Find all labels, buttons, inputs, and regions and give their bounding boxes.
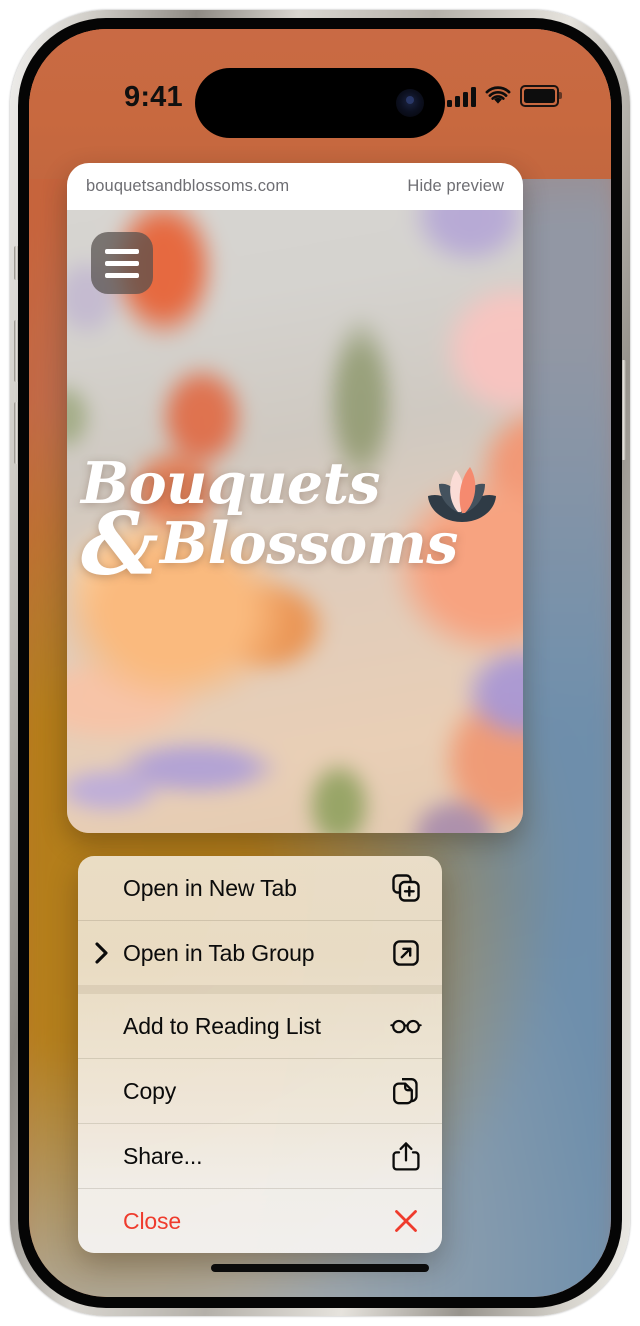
menu-group-separator <box>78 985 442 994</box>
context-menu[interactable]: Open in New Tab Open in Tab Group Add to… <box>78 856 442 1253</box>
menu-item-open-in-tab-group[interactable]: Open in Tab Group <box>78 921 442 985</box>
website-preview[interactable]: Bouquets &Blossoms <box>67 210 523 833</box>
new-tab-icon <box>390 872 422 904</box>
preview-url: bouquetsandblossoms.com <box>86 177 290 195</box>
wifi-icon <box>485 86 511 106</box>
lotus-flower-logo <box>423 452 501 524</box>
phone-frame: 9:41 bouquetsandblossoms.com Hide previe… <box>10 10 630 1316</box>
hamburger-menu-icon[interactable] <box>91 232 153 294</box>
front-camera-icon <box>396 89 424 117</box>
menu-item-share[interactable]: Share... <box>78 1124 442 1188</box>
menu-item-open-in-new-tab[interactable]: Open in New Tab <box>78 856 442 920</box>
glasses-icon <box>390 1010 422 1042</box>
home-indicator[interactable] <box>211 1264 429 1272</box>
close-x-icon <box>390 1205 422 1237</box>
tab-preview-card[interactable]: bouquetsandblossoms.com Hide preview Bou… <box>67 163 523 833</box>
phone-screen: 9:41 bouquetsandblossoms.com Hide previe… <box>29 29 611 1297</box>
share-icon <box>390 1140 422 1172</box>
status-bar-indicators <box>447 83 562 109</box>
status-bar-time: 9:41 <box>124 81 183 113</box>
cellular-signal-icon <box>447 86 476 107</box>
phone-bezel: 9:41 bouquetsandblossoms.com Hide previe… <box>18 18 622 1308</box>
menu-item-label: Close <box>123 1207 182 1234</box>
menu-item-label: Open in New Tab <box>123 874 297 901</box>
menu-item-label: Share... <box>123 1142 203 1169</box>
chevron-right-icon <box>95 942 108 964</box>
hero-line-2: Blossoms <box>160 510 458 578</box>
copy-icon <box>390 1075 422 1107</box>
hide-preview-button[interactable]: Hide preview <box>407 177 504 196</box>
preview-header: bouquetsandblossoms.com Hide preview <box>67 163 523 210</box>
hero-ampersand: & <box>81 494 159 596</box>
menu-item-add-to-reading-list[interactable]: Add to Reading List <box>78 994 442 1058</box>
dynamic-island <box>195 68 445 138</box>
menu-item-label: Copy <box>123 1077 177 1104</box>
menu-item-label: Add to Reading List <box>123 1012 321 1039</box>
menu-item-copy[interactable]: Copy <box>78 1059 442 1123</box>
menu-item-label: Open in Tab Group <box>123 939 315 966</box>
tab-group-icon <box>390 937 422 969</box>
menu-item-close[interactable]: Close <box>78 1189 442 1253</box>
battery-icon <box>520 85 562 107</box>
